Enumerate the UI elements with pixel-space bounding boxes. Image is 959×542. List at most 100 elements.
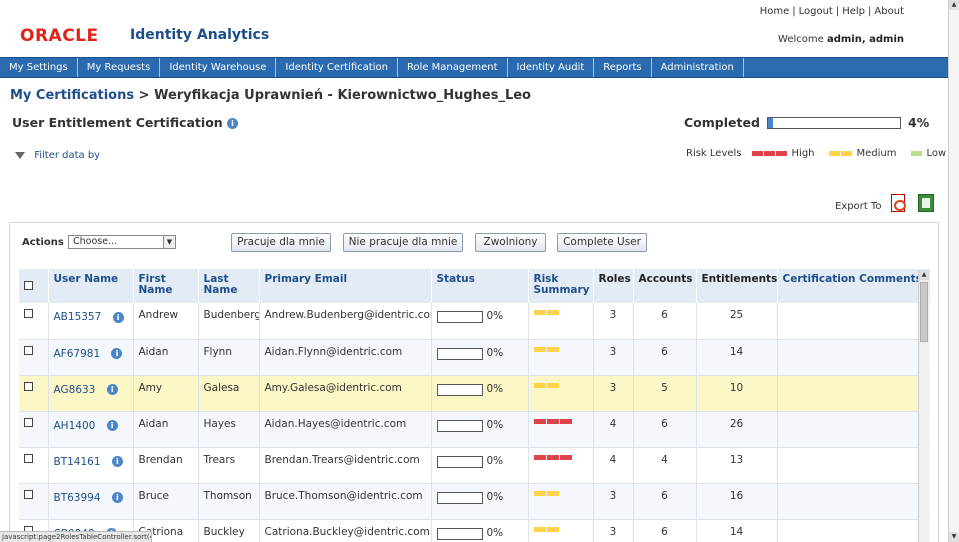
nav-administration[interactable]: Administration (652, 58, 744, 77)
comments-cell[interactable] (777, 519, 930, 542)
completion-progress-bar (767, 117, 901, 129)
filter-data-by[interactable]: Filter data by (15, 150, 100, 161)
first-name-cell: Brendan (133, 447, 199, 484)
window-scrollbar[interactable]: ▲ ▼ (948, 0, 959, 542)
user-id-link[interactable]: BT14161 (54, 454, 101, 468)
pdf-export-icon[interactable] (891, 194, 906, 212)
col-first-name[interactable]: First Name (133, 269, 199, 303)
nav-identity-warehouse[interactable]: Identity Warehouse (160, 58, 277, 77)
info-icon[interactable]: i (227, 118, 239, 129)
about-link[interactable]: About (874, 6, 904, 17)
roles-cell: 4 (593, 411, 634, 448)
roles-cell: 3 (593, 375, 634, 412)
row-checkbox[interactable] (24, 417, 33, 427)
user-id-link[interactable]: AG8633 (54, 382, 96, 396)
user-id-link[interactable]: AF67981 (54, 346, 101, 360)
user-info-icon[interactable]: i (106, 384, 118, 395)
row-checkbox-cell (19, 375, 49, 412)
col-last-name[interactable]: Last Name (198, 269, 260, 303)
table-row[interactable]: AH1400 i Aidan Hayes Aidan.Hayes@identric.c… (19, 411, 930, 448)
welcome-text: Welcome admin, admin (778, 34, 904, 45)
completed-label: Completed (684, 115, 760, 130)
last-name-cell: Thomson (198, 483, 260, 520)
user-info-icon[interactable]: i (111, 492, 123, 503)
row-checkbox[interactable] (24, 381, 33, 391)
nav-my-requests[interactable]: My Requests (78, 58, 161, 77)
nav-role-management[interactable]: Role Management (398, 58, 508, 77)
table-row[interactable]: BT14161 i Brendan Trears Brendan.Trears@ide… (19, 447, 930, 484)
col-status[interactable]: Status (431, 269, 529, 303)
row-checkbox[interactable] (24, 309, 33, 318)
comments-cell[interactable] (777, 447, 930, 484)
risk-indicator (533, 346, 588, 352)
window-scroll-down-icon[interactable]: ▼ (949, 532, 959, 542)
last-name-cell: Buckley (198, 519, 260, 542)
last-name-cell: Flynn (198, 339, 260, 376)
user-info-icon[interactable]: i (111, 456, 123, 467)
nav-identity-certification[interactable]: Identity Certification (276, 58, 398, 77)
nav-identity-audit[interactable]: Identity Audit (508, 58, 595, 77)
col-accounts: Accounts (633, 269, 697, 303)
works-for-me-button[interactable]: Pracuje dla mnie (231, 233, 331, 252)
users-table: User Name First Name Last Name Primary E… (19, 269, 930, 542)
status-progress-bar (436, 383, 483, 396)
chevron-down-icon[interactable]: ▼ (163, 236, 175, 248)
complete-user-button[interactable]: Complete User (557, 233, 647, 252)
help-link[interactable]: Help (842, 6, 865, 17)
comments-cell[interactable] (777, 411, 930, 448)
email-cell: Aidan.Flynn@identric.com (259, 339, 432, 376)
user-name-cell: AF67981 i (48, 339, 134, 376)
row-checkbox-cell (19, 483, 49, 520)
select-all-checkbox[interactable] (24, 281, 33, 290)
row-checkbox[interactable] (24, 489, 33, 499)
user-id-link[interactable]: BT63994 (54, 490, 101, 504)
user-id-link[interactable]: AB15357 (54, 309, 102, 323)
comments-cell[interactable] (777, 375, 930, 412)
col-certification-comments[interactable]: Certification Comments (777, 269, 930, 303)
status-cell: 0% (431, 411, 529, 448)
table-scrollbar[interactable]: ▲ (918, 270, 929, 542)
risk-low-label: Low (926, 148, 947, 159)
scroll-up-icon[interactable]: ▲ (919, 270, 929, 280)
col-user-name[interactable]: User Name (48, 269, 134, 303)
comments-cell[interactable] (777, 339, 930, 376)
entitlements-cell: 14 (696, 339, 778, 376)
home-link[interactable]: Home (760, 6, 790, 17)
excel-export-icon[interactable] (918, 194, 934, 212)
col-primary-email[interactable]: Primary Email (259, 269, 432, 303)
terminated-button[interactable]: Zwolniony (475, 233, 546, 252)
scroll-thumb[interactable] (920, 282, 928, 342)
logout-link[interactable]: Logout (799, 6, 833, 17)
table-row[interactable]: BT63994 i Bruce Thomson Bruce.Thomson@ident… (19, 483, 930, 520)
status-percent: 0% (486, 418, 504, 431)
export-label: Export To (835, 201, 882, 212)
table-row[interactable]: AF67981 i Aidan Flynn Aidan.Flynn@identric.… (19, 339, 930, 376)
user-id-link[interactable]: AH1400 (54, 418, 96, 432)
col-entitlements: Entitlements (696, 269, 778, 303)
roles-cell: 3 (593, 483, 634, 520)
email-cell: Brendan.Trears@identric.com (259, 447, 432, 484)
email-cell: Bruce.Thomson@identric.com (259, 483, 432, 520)
table-row[interactable]: AG8633 i Amy Galesa Amy.Galesa@identric.com… (19, 375, 930, 412)
status-percent: 0% (486, 382, 504, 395)
comments-cell[interactable] (777, 303, 930, 340)
first-name-cell: Aidan (133, 339, 199, 376)
table-row[interactable]: CB0949 iCatrionaBuckleyCatriona.Buckley@… (19, 519, 930, 542)
actions-select[interactable]: Choose... ▼ (68, 235, 176, 249)
row-checkbox[interactable] (24, 345, 33, 355)
window-scroll-up-icon[interactable]: ▲ (949, 0, 959, 10)
col-risk-summary[interactable]: Risk Summary (528, 269, 594, 303)
user-name-cell: AH1400 i (48, 411, 134, 448)
welcome-user: admin, admin (826, 34, 904, 45)
user-info-icon[interactable]: i (111, 348, 123, 359)
comments-cell[interactable] (777, 483, 930, 520)
breadcrumb: My Certifications > Weryfikacja Uprawnie… (10, 88, 531, 103)
user-info-icon[interactable]: i (106, 420, 118, 431)
does-not-work-for-me-button[interactable]: Nie pracuje dla mnie (343, 233, 463, 252)
user-info-icon[interactable]: i (112, 311, 124, 323)
table-row[interactable]: AB15357 i Andrew Budenberg Andrew.Budenberg… (19, 303, 930, 340)
nav-reports[interactable]: Reports (594, 58, 652, 77)
breadcrumb-my-certifications[interactable]: My Certifications (10, 88, 134, 103)
nav-my-settings[interactable]: My Settings (0, 58, 78, 77)
row-checkbox[interactable] (24, 453, 33, 463)
